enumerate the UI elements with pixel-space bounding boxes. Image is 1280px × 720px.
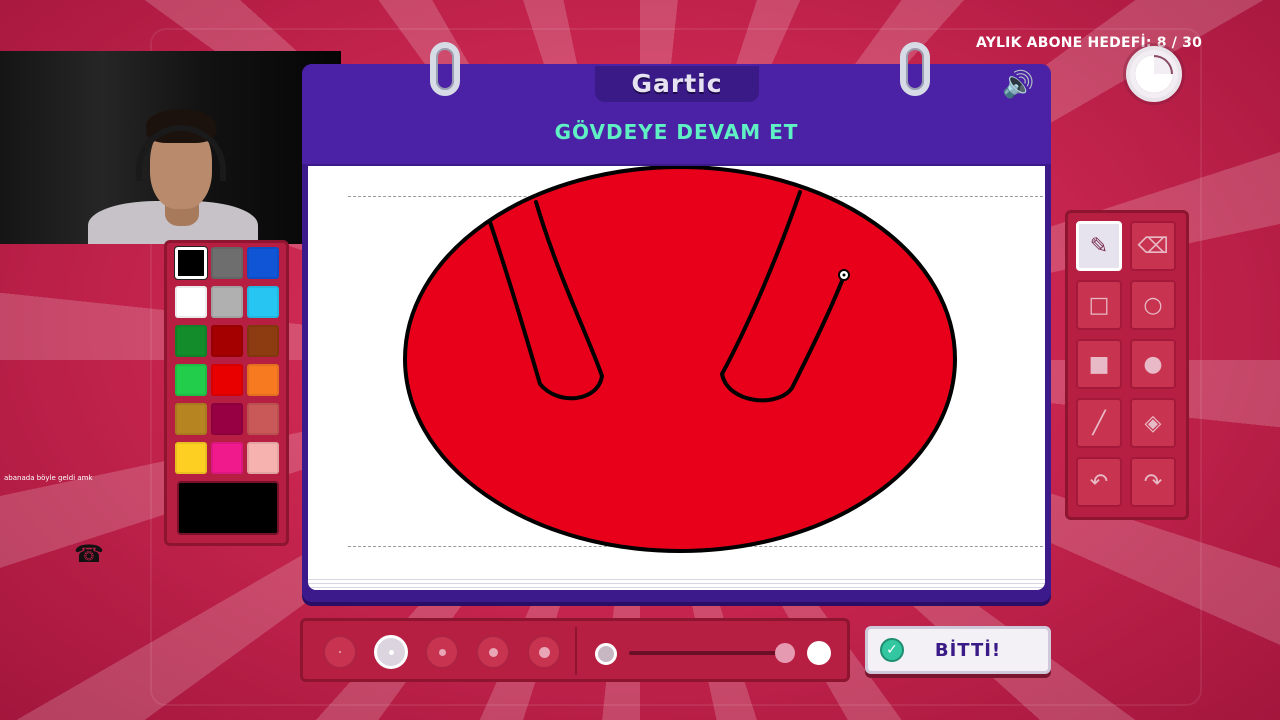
brush-size-button[interactable] xyxy=(374,635,408,669)
binder-ring-left xyxy=(430,42,460,96)
opacity-min-icon xyxy=(595,643,617,665)
circle-outline-icon[interactable]: ○ xyxy=(1130,280,1176,330)
cursor-icon xyxy=(838,269,850,281)
current-color-preview xyxy=(177,481,279,535)
color-swatch[interactable] xyxy=(247,403,279,435)
color-swatch[interactable] xyxy=(211,364,243,396)
drawing-board: Gartic 🔊 GÖVDEYE DEVAM ET xyxy=(302,42,1051,602)
color-swatch[interactable] xyxy=(247,364,279,396)
color-swatch[interactable] xyxy=(211,286,243,318)
brush-size-button[interactable] xyxy=(425,635,459,669)
done-button-label: BİTTİ! xyxy=(934,639,1002,661)
drawing xyxy=(403,166,957,553)
chat-overlay: abanada böyle geldi amk xyxy=(4,474,93,482)
rectangle-outline-icon[interactable]: □ xyxy=(1076,280,1122,330)
brush-size-button[interactable] xyxy=(476,635,510,669)
round-timer xyxy=(1126,46,1182,102)
color-swatch[interactable] xyxy=(247,247,279,279)
color-swatch[interactable] xyxy=(247,325,279,357)
game-logo: Gartic xyxy=(595,66,759,102)
sound-icon[interactable]: 🔊 xyxy=(1002,72,1034,98)
check-icon: ✓ xyxy=(880,638,904,662)
color-swatch[interactable] xyxy=(247,286,279,318)
brush-size-button[interactable] xyxy=(323,635,357,669)
opacity-slider-handle[interactable] xyxy=(775,643,795,663)
color-swatch[interactable] xyxy=(175,286,207,318)
brush-size-dot xyxy=(339,651,341,653)
color-swatch[interactable] xyxy=(247,442,279,474)
line-icon[interactable]: ╱ xyxy=(1076,398,1122,448)
brush-size-dot xyxy=(538,646,550,658)
rectangle-filled-icon[interactable]: ■ xyxy=(1076,339,1122,389)
circle-filled-icon[interactable]: ● xyxy=(1130,339,1176,389)
opacity-max-icon xyxy=(807,641,831,665)
color-swatch[interactable] xyxy=(211,442,243,474)
tool-panel: ✎ ⌫ □ ○ ■ ● ╱ ◈ ↶ ↷ xyxy=(1065,210,1189,520)
drawn-red-ellipse xyxy=(403,166,957,553)
eraser-icon[interactable]: ⌫ xyxy=(1130,221,1176,271)
subscriber-goal: AYLIK ABONE HEDEFİ: 8 / 30 xyxy=(976,35,1203,51)
color-palette xyxy=(164,240,289,546)
chat-message: abanada böyle geldi amk xyxy=(4,474,93,482)
bar-divider xyxy=(575,627,577,675)
color-swatch[interactable] xyxy=(175,247,207,279)
color-swatch[interactable] xyxy=(175,403,207,435)
undo-icon[interactable]: ↶ xyxy=(1076,457,1122,507)
brush-size-dot xyxy=(488,647,498,657)
brush-size-bar xyxy=(300,618,850,682)
drawing-prompt: GÖVDEYE DEVAM ET xyxy=(554,120,799,144)
redo-icon[interactable]: ↷ xyxy=(1130,457,1176,507)
webcam-overlay xyxy=(0,51,341,244)
brush-size-button[interactable] xyxy=(527,635,561,669)
brush-size-dot xyxy=(438,648,446,656)
binder-ring-right xyxy=(900,42,930,96)
done-button[interactable]: ✓ BİTTİ! xyxy=(865,626,1051,674)
color-swatch[interactable] xyxy=(175,442,207,474)
color-swatch[interactable] xyxy=(211,403,243,435)
color-swatch[interactable] xyxy=(175,325,207,357)
drawing-canvas[interactable] xyxy=(308,166,1045,586)
pencil-icon[interactable]: ✎ xyxy=(1076,221,1122,271)
paper-edge xyxy=(308,576,1045,590)
opacity-slider-track[interactable] xyxy=(629,651,789,655)
fill-bucket-icon[interactable]: ◈ xyxy=(1130,398,1176,448)
color-swatch[interactable] xyxy=(211,325,243,357)
color-swatch[interactable] xyxy=(175,364,207,396)
color-swatch[interactable] xyxy=(211,247,243,279)
brush-size-dot xyxy=(388,649,394,655)
phone-icon: ☎ xyxy=(74,540,104,568)
